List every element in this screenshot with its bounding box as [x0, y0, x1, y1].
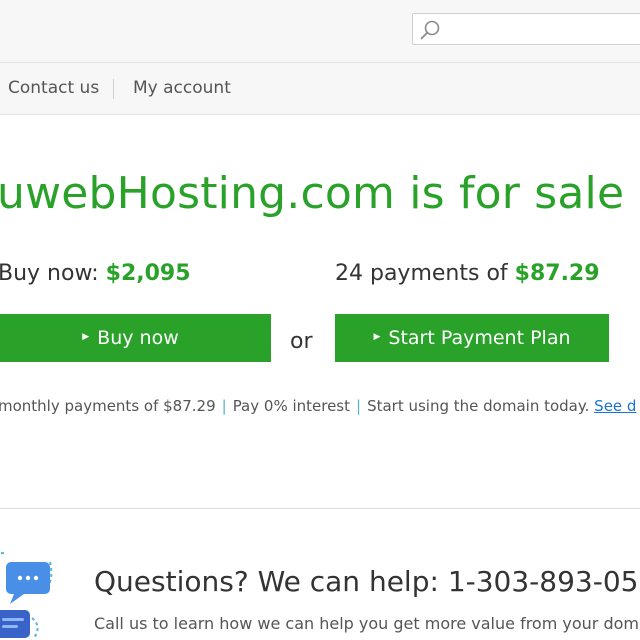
- buy-now-price: $2,095: [105, 261, 191, 286]
- play-arrow-icon: ▶: [373, 332, 381, 342]
- terms-interest: Pay 0% interest: [232, 397, 351, 415]
- search-input[interactable]: [447, 14, 640, 46]
- terms-separator: |: [221, 397, 227, 415]
- top-header: [0, 0, 640, 62]
- page: Contact us My account uwebHosting.com is…: [0, 0, 640, 640]
- terms-line: monthly payments of $87.29 | Pay 0% intere…: [0, 397, 636, 415]
- payments-price: $87.29: [514, 261, 600, 286]
- or-text: or: [290, 329, 313, 354]
- payments-label: 24 payments of: [335, 261, 515, 286]
- buy-now-button[interactable]: ▶ Buy now: [0, 314, 271, 362]
- buy-now-label: Buy now:: [0, 261, 106, 286]
- nav-divider: [113, 79, 114, 99]
- nav-bar: Contact us My account: [0, 62, 640, 115]
- section-divider: [0, 508, 640, 509]
- buy-now-price-line: Buy now: $2,095: [0, 261, 191, 286]
- nav-link-contact-us[interactable]: Contact us: [8, 78, 99, 98]
- help-title: Questions? We can help: 1-303-893-0552: [94, 565, 640, 598]
- nav-link-my-account[interactable]: My account: [133, 78, 231, 98]
- see-details-link[interactable]: See d: [594, 397, 636, 415]
- start-payment-plan-button-label: Start Payment Plan: [388, 327, 571, 349]
- search-icon[interactable]: [419, 19, 441, 41]
- terms-start: Start using the domain today.: [367, 397, 590, 415]
- terms-separator: |: [356, 397, 362, 415]
- start-payment-plan-button[interactable]: ▶ Start Payment Plan: [335, 314, 609, 362]
- chat-bubbles-icon: [0, 548, 64, 640]
- help-text: Call us to learn how we can help you get…: [94, 614, 640, 633]
- sale-title: uwebHosting.com is for sale: [0, 168, 625, 219]
- play-arrow-icon: ▶: [82, 332, 90, 342]
- buy-now-button-label: Buy now: [97, 327, 179, 349]
- search-box[interactable]: [412, 13, 640, 46]
- payments-price-line: 24 payments of $87.29: [335, 261, 600, 286]
- terms-monthly: monthly payments of $87.29: [0, 397, 216, 415]
